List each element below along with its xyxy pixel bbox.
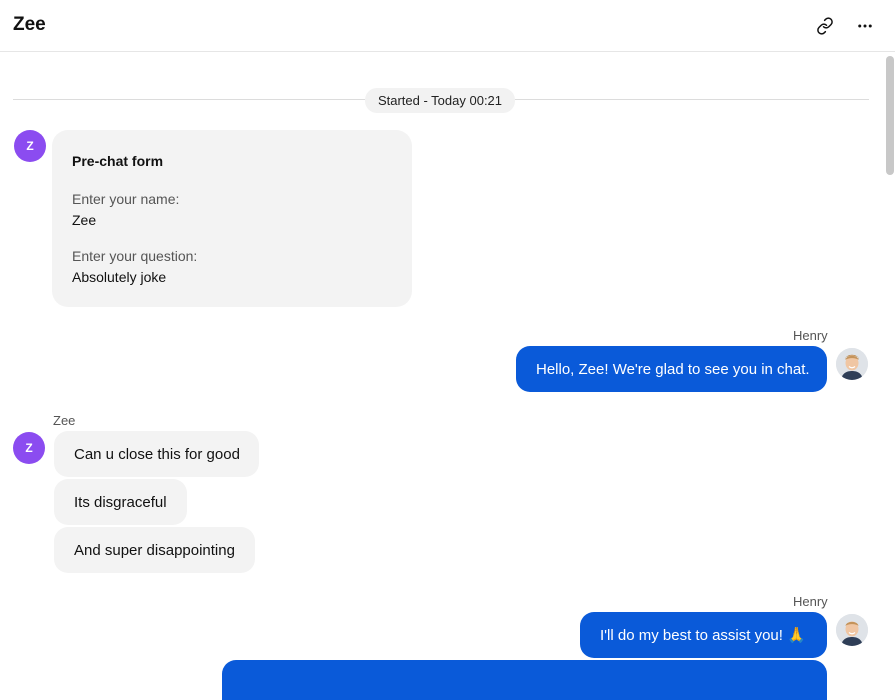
message-text: I'll do my best to assist you! 🙏 [600,627,806,644]
agent-sender-name: Henry [793,594,828,609]
message-text: Hello, Zee! We're glad to see you in cha… [536,360,810,378]
customer-message-bubble: And super disappointing [54,527,255,573]
prechat-field-value: Zee [72,212,97,228]
prechat-field-value: Absolutely joke [72,269,167,285]
chat-started-label: Started - Today 00:21 [365,88,515,113]
message-text: Can u close this for good [74,445,240,463]
customer-sender-name: Zee [53,413,76,428]
agent-sender-name: Henry [793,328,828,343]
agent-avatar [836,614,868,646]
message-text: Its disgraceful [74,493,167,511]
agent-photo-icon [836,614,868,646]
customer-initial: Z [26,139,34,153]
agent-message-bubble: Hello, Zee! We're glad to see you in cha… [516,346,827,392]
agent-photo-icon [836,348,868,380]
customer-message-bubble: Can u close this for good [54,431,259,477]
customer-avatar: Z [14,130,46,162]
scrollbar-thumb[interactable] [886,56,894,175]
more-options-button[interactable] [851,12,879,40]
agent-message-bubble-partial [222,660,827,700]
divider-line-right [515,99,869,100]
prechat-form-title: Pre-chat form [72,153,164,169]
agent-message-bubble: I'll do my best to assist you! 🙏 [580,612,827,658]
prechat-field-label: Enter your question: [72,248,198,264]
link-icon [817,17,833,35]
prechat-field-label: Enter your name: [72,191,180,207]
chat-header: Zee [0,0,895,52]
message-text: And super disappointing [74,541,235,559]
customer-avatar: Z [13,432,45,464]
copy-link-button[interactable] [811,12,839,40]
prechat-form-card: Pre-chat form Enter your name: Zee Enter… [52,130,412,307]
divider-line-left [13,99,365,100]
customer-initial: Z [25,441,33,455]
more-horizontal-icon [858,24,872,28]
customer-message-bubble: Its disgraceful [54,479,187,525]
agent-avatar [836,348,868,380]
chat-title: Zee [13,14,46,35]
